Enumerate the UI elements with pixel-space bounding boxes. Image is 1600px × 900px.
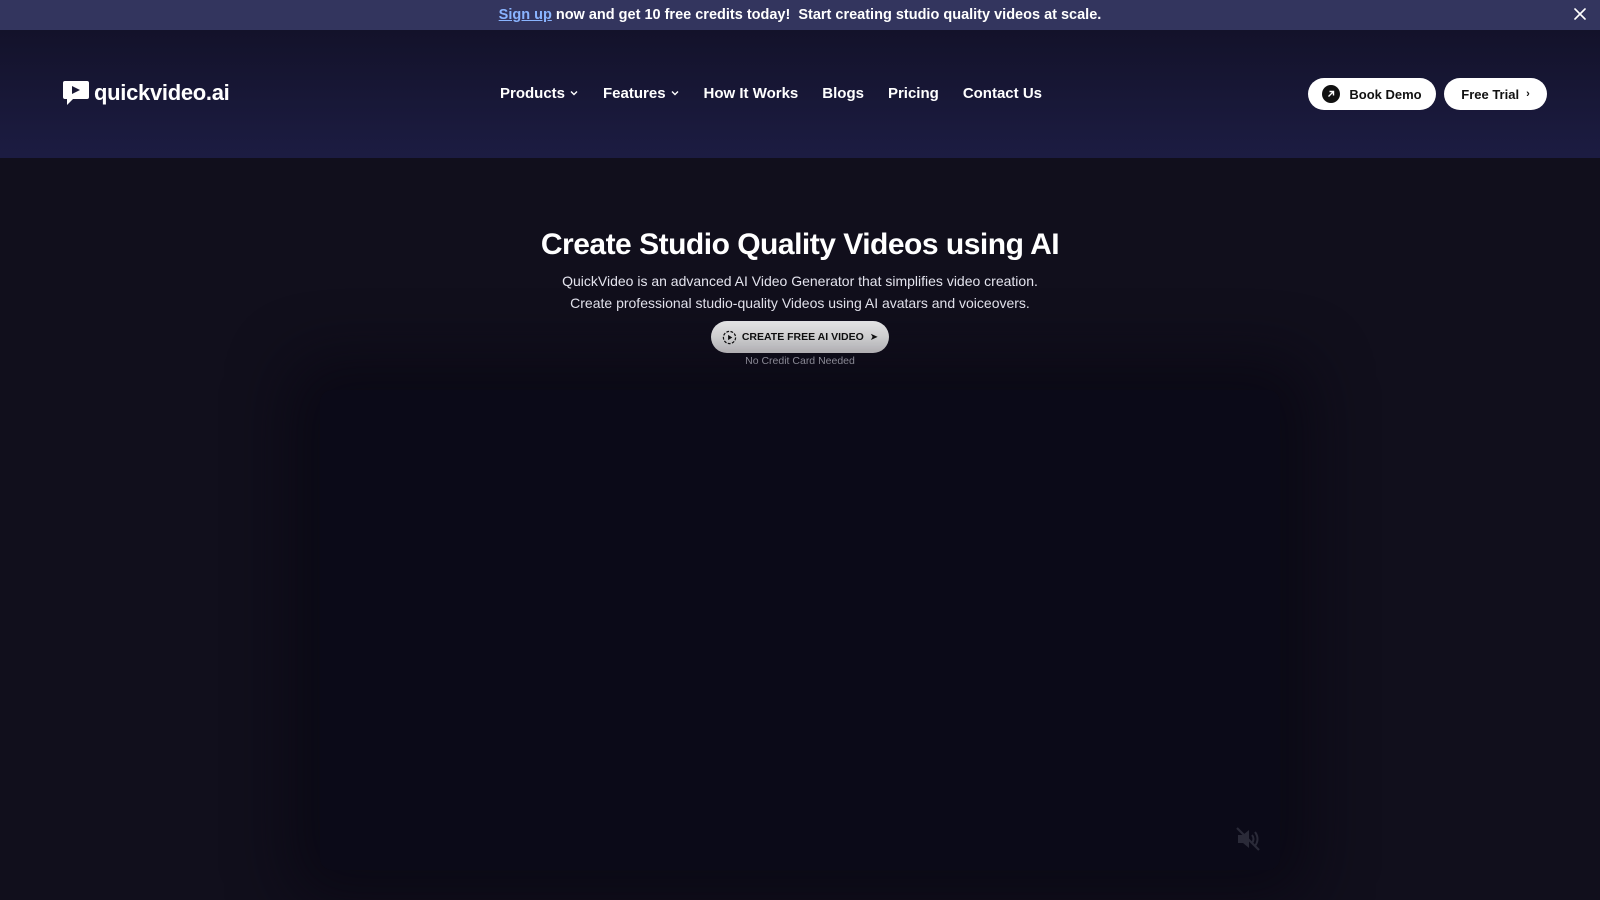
nav-item-how-it-works[interactable]: How It Works xyxy=(704,85,799,102)
nav-item-contact-us[interactable]: Contact Us xyxy=(963,85,1042,102)
announcement-bar: Sign up now and get 10 free credits toda… xyxy=(0,0,1600,30)
announcement-message-secondary: Start creating studio quality videos at … xyxy=(798,7,1102,23)
nav-item-products[interactable]: Products xyxy=(500,85,579,102)
book-demo-button[interactable]: Book Demo xyxy=(1308,78,1436,110)
main-nav: Products Features How It Works Blogs Pri… xyxy=(500,78,1066,108)
chevron-down-icon xyxy=(570,91,578,96)
hero-subtitle-line: QuickVideo is an advanced AI Video Gener… xyxy=(562,273,1038,289)
hero-title: Create Studio Quality Videos using AI xyxy=(540,228,1060,261)
cta-label: CREATE FREE AI VIDEO xyxy=(741,331,864,343)
book-demo-label: Book Demo xyxy=(1349,86,1422,102)
nav-item-label: Products xyxy=(500,84,566,102)
play-circle-icon xyxy=(722,330,737,344)
nav-item-features[interactable]: Features xyxy=(603,85,680,102)
site-header: quickvideo.ai Products Features How It W… xyxy=(0,30,1600,158)
close-icon[interactable] xyxy=(1570,4,1590,24)
free-trial-button[interactable]: Free Trial › xyxy=(1444,78,1547,110)
announcement-message: now and get 10 free credits today! xyxy=(555,7,791,23)
create-free-video-button[interactable]: CREATE FREE AI VIDEO ➤ xyxy=(711,321,889,353)
nav-item-label: Features xyxy=(603,84,666,102)
chevron-right-icon: › xyxy=(1526,88,1530,100)
speaker-muted-icon[interactable] xyxy=(1234,825,1262,853)
nav-item-pricing[interactable]: Pricing xyxy=(888,85,939,102)
arrow-right-icon: ➤ xyxy=(869,331,879,343)
hero-video[interactable] xyxy=(320,390,1280,870)
logo-icon xyxy=(63,81,89,105)
free-trial-label: Free Trial xyxy=(1461,86,1520,102)
nav-item-label: Pricing xyxy=(887,84,939,102)
signup-link[interactable]: Sign up xyxy=(499,7,552,23)
hero-subtitle: QuickVideo is an advanced AI Video Gener… xyxy=(0,271,1600,314)
logo[interactable]: quickvideo.ai xyxy=(61,78,230,108)
nav-item-blogs[interactable]: Blogs xyxy=(822,85,864,102)
nav-item-label: Blogs xyxy=(822,84,864,102)
no-credit-card-note: No Credit Card Needed xyxy=(745,355,855,367)
nav-item-label: How It Works xyxy=(703,84,799,102)
nav-item-label: Contact Us xyxy=(962,84,1042,102)
logo-text: quickvideo.ai xyxy=(94,80,230,105)
chevron-down-icon xyxy=(671,91,679,96)
arrow-up-right-icon xyxy=(1322,85,1341,103)
hero-subtitle-line: Create professional studio-quality Video… xyxy=(570,294,1030,311)
